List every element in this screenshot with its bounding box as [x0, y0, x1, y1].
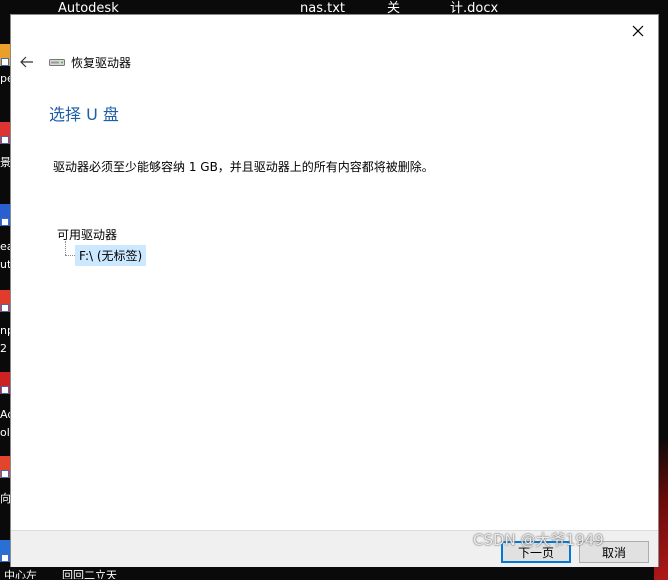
- desktop-label-fragment: Ad: [0, 408, 10, 421]
- tree-node: F:\ (无标签): [65, 241, 147, 266]
- desktop-item[interactable]: 关: [387, 2, 400, 15]
- desktop-label-fragment: 2: [0, 342, 7, 355]
- desktop-shortcut-icon[interactable]: [0, 44, 10, 66]
- tree-connector: [65, 241, 66, 255]
- tree-connector: [65, 255, 75, 256]
- recovery-drive-dialog: 恢复驱动器 选择 U 盘 驱动器必须至少能够容纳 1 GB，并且驱动器上的所有内…: [10, 14, 659, 567]
- close-button[interactable]: [624, 19, 652, 43]
- desktop-shortcut-icon[interactable]: [0, 372, 10, 394]
- desktop-item[interactable]: 回回二立天: [62, 567, 117, 579]
- desktop-label-fragment: ea: [0, 240, 10, 253]
- watermark-text: CSDN @大爷1949: [473, 531, 604, 549]
- desktop-item[interactable]: 中心左: [4, 567, 37, 579]
- wizard-header: 恢复驱动器: [15, 51, 131, 73]
- desktop-item[interactable]: 计.docx: [450, 2, 498, 15]
- wizard-title: 恢复驱动器: [71, 55, 132, 70]
- desktop-icon-strip: pe 景 ea uto np 2 Ad ol 向: [0, 14, 10, 567]
- desktop-shortcut-icon[interactable]: [0, 290, 10, 312]
- arrow-left-icon: [20, 56, 33, 68]
- desktop-item[interactable]: Autodesk: [58, 2, 119, 15]
- close-icon: [632, 25, 644, 37]
- desktop-label-fragment: 向: [0, 492, 10, 505]
- page-title: 选择 U 盘: [49, 105, 119, 124]
- tree-root-label: 可用驱动器: [57, 228, 118, 242]
- desktop-label-fragment: np: [0, 324, 10, 337]
- desktop-shortcut-icon[interactable]: [0, 540, 10, 562]
- drive-item-f[interactable]: F:\ (无标签): [75, 244, 147, 266]
- desktop-bottom-strip: 中心左 回回二立天: [0, 567, 668, 579]
- desktop-item[interactable]: nas.txt: [300, 2, 345, 15]
- instruction-text: 驱动器必须至少能够容纳 1 GB，并且驱动器上的所有内容都将被删除。: [53, 160, 434, 174]
- desktop-shortcut-icon[interactable]: [0, 456, 10, 478]
- desktop-shortcut-icon[interactable]: [0, 122, 10, 144]
- desktop-top-strip: Autodesk nas.txt 关 计.docx: [0, 0, 668, 15]
- back-button[interactable]: [15, 51, 39, 73]
- desktop-label-fragment: ol: [0, 426, 10, 439]
- desktop-shortcut-icon[interactable]: [0, 204, 10, 226]
- desktop-label-fragment: pe: [0, 72, 10, 85]
- drive-tree: 可用驱动器 F:\ (无标签): [57, 227, 147, 266]
- desktop-label-fragment: 景: [0, 156, 10, 169]
- drive-icon: [49, 56, 65, 68]
- desktop-label-fragment: uto: [0, 258, 10, 271]
